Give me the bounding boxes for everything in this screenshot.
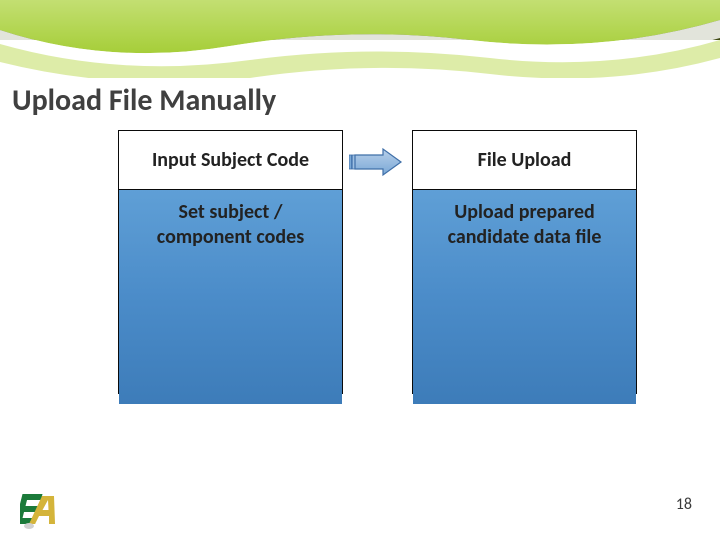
page-title: Upload File Manually [12, 82, 276, 119]
panel-heading: Input Subject Code [119, 131, 342, 190]
page-number: 18 [676, 495, 692, 514]
ea-logo [20, 488, 68, 530]
right-arrow-icon [349, 147, 404, 177]
panel-body-text: Set subject / component codes [119, 190, 342, 404]
panel-heading: File Upload [413, 131, 636, 190]
panel-file-upload: File Upload Upload prepared candidate da… [412, 130, 637, 394]
panel-input-subject: Input Subject Code Set subject / compone… [118, 130, 343, 394]
top-banner [0, 0, 720, 78]
panel-body-text: Upload prepared candidate data file [413, 190, 636, 404]
